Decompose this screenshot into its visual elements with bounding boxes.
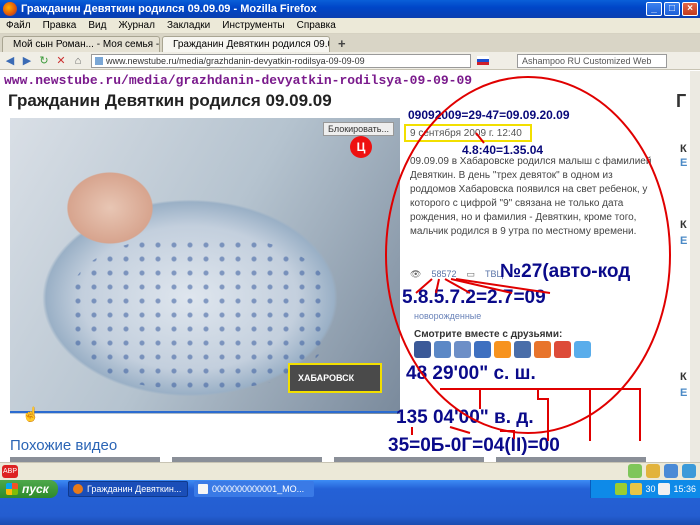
tab-current-video[interactable]: Гражданин Девяткин родился 09.09.09 × [162, 36, 330, 52]
firefox-icon [73, 484, 83, 494]
taskbar-task-document[interactable]: 0000000000001_МО... [194, 481, 314, 497]
clock[interactable]: 15:36 [673, 484, 696, 494]
network-icon[interactable] [615, 483, 628, 495]
firefox-icon [3, 2, 17, 16]
page-content: www.newstube.ru/media/grazhdanin-devyatk… [0, 71, 700, 462]
windows-logo-icon [6, 483, 18, 495]
menu-bookmarks[interactable]: Закладки [161, 20, 216, 31]
start-button[interactable]: пуск [0, 480, 58, 498]
temperature-value: 30 [645, 484, 656, 494]
menu-bar: Файл Правка Вид Журнал Закладки Инструме… [0, 18, 700, 34]
stop-icon[interactable]: ✕ [54, 54, 68, 68]
menu-history[interactable]: Журнал [112, 20, 161, 31]
address-bar[interactable]: www.newstube.ru/media/grazhdanin-devyatk… [91, 53, 471, 68]
window-title: Гражданин Девяткин родился 09.09.09 - Mo… [21, 3, 317, 15]
menu-help[interactable]: Справка [291, 20, 342, 31]
menu-tools[interactable]: Инструменты [216, 20, 290, 31]
system-tray: 30 15:36 [590, 480, 700, 498]
tab-label: Мой сын Роман... - Моя семья - Фотоал... [13, 39, 160, 50]
window-title-bar[interactable]: Гражданин Девяткин родился 09.09.09 - Mo… [0, 0, 700, 18]
shield-icon[interactable] [658, 483, 671, 495]
search-input[interactable]: Ashampoo RU Customized Web [517, 53, 667, 68]
minimize-button[interactable]: _ [646, 2, 662, 16]
forward-arrow-icon[interactable]: ▶ [20, 54, 34, 68]
maximize-button[interactable]: □ [664, 2, 680, 16]
annotation-overlay [385, 76, 671, 441]
taskbar-task-firefox[interactable]: Гражданин Девяткин... [68, 481, 188, 497]
addon-icon[interactable] [646, 464, 660, 478]
status-icons [628, 464, 696, 478]
adblock-icon[interactable]: ABP [2, 465, 18, 478]
menu-view[interactable]: Вид [82, 20, 112, 31]
navigation-bar: ◀ ▶ ↻ ✕ ⌂ www.newstube.ru/media/grazhdan… [0, 52, 700, 70]
red-circle-annotation [385, 76, 671, 434]
menu-file[interactable]: Файл [0, 20, 37, 31]
reload-icon[interactable]: ↻ [37, 54, 51, 68]
task-label: 0000000000001_МО... [212, 484, 305, 494]
tab-bar: Мой сын Роман... - Моя семья - Фотоал...… [0, 34, 700, 52]
red-arrows-views [415, 278, 551, 294]
addon-icon[interactable] [664, 464, 678, 478]
windows-taskbar: пуск Гражданин Девяткин... 0000000000001… [0, 480, 700, 525]
start-label: пуск [22, 482, 49, 496]
close-button[interactable]: × [682, 2, 698, 16]
home-icon[interactable]: ⌂ [71, 54, 85, 68]
tab-family-photo[interactable]: Мой сын Роман... - Моя семья - Фотоал... [2, 36, 160, 52]
volume-icon[interactable] [630, 483, 643, 495]
addon-icon[interactable] [682, 464, 696, 478]
red-arrows-coordinates [411, 132, 641, 441]
addon-icon[interactable] [628, 464, 642, 478]
tab-label: Гражданин Девяткин родился 09.09.09 [173, 39, 329, 50]
menu-edit[interactable]: Правка [37, 20, 83, 31]
new-tab-button[interactable]: + [334, 36, 350, 52]
back-arrow-icon[interactable]: ◀ [3, 54, 17, 68]
language-flag-icon[interactable] [477, 56, 489, 65]
status-bar: ABP [0, 462, 700, 480]
document-icon [198, 484, 208, 494]
task-label: Гражданин Девяткин... [87, 484, 182, 494]
